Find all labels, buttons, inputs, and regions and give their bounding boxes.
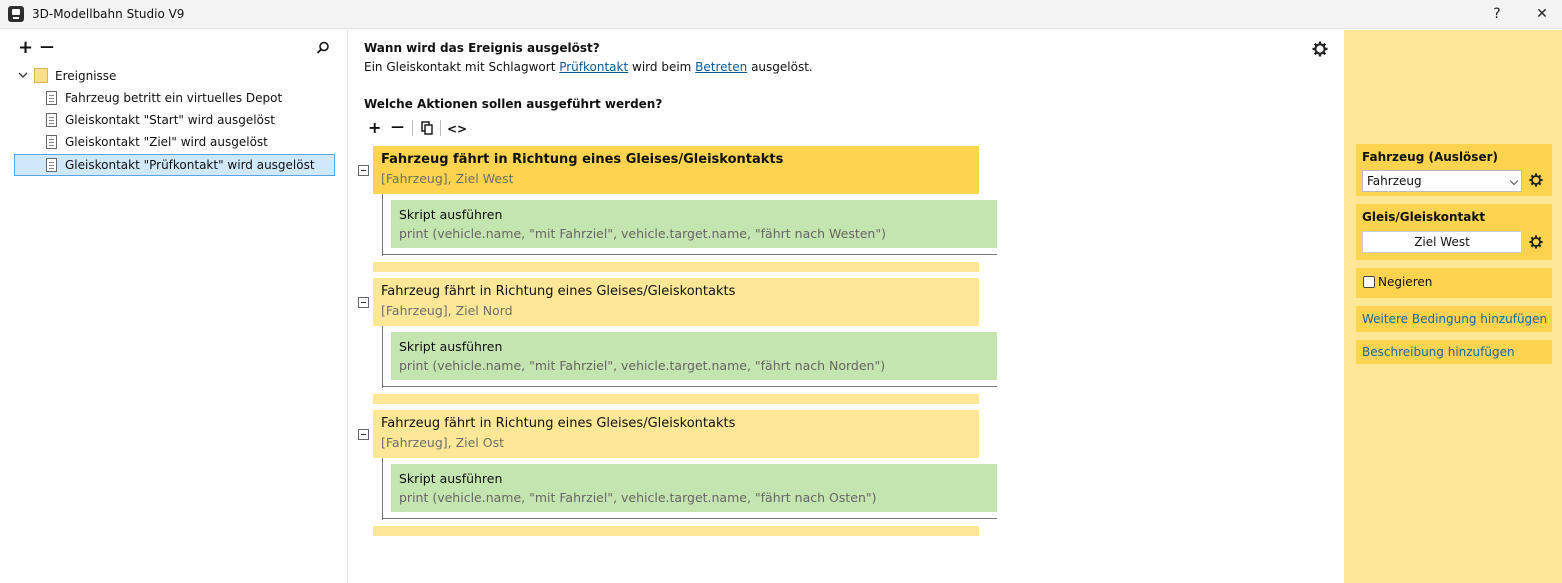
chevron-down-icon <box>1509 176 1519 186</box>
add-description-section: Beschreibung hinzufügen <box>1356 340 1552 364</box>
action-block[interactable]: Skript ausführen print (vehicle.name, "m… <box>391 332 997 380</box>
action-code: print (vehicle.name, "mit Fahrziel", veh… <box>399 226 886 241</box>
action-code: print (vehicle.name, "mit Fahrziel", veh… <box>399 358 886 373</box>
properties-panel: Fahrzeug (Auslöser) Fahrzeug Gleis/Gleis… <box>1344 30 1562 583</box>
gear-icon[interactable] <box>1312 41 1328 57</box>
track-select-button[interactable]: Ziel West <box>1362 231 1522 253</box>
vehicle-label: Fahrzeug (Auslöser) <box>1362 150 1498 164</box>
tree-line <box>382 386 997 387</box>
track-label: Gleis/Gleiskontakt <box>1362 210 1486 224</box>
code-view-button[interactable]: <> <box>447 121 467 137</box>
track-section: Gleis/Gleiskontakt Ziel West <box>1356 204 1552 260</box>
vehicle-select[interactable]: Fahrzeug <box>1362 170 1522 192</box>
title-bar: 3D-Modellbahn Studio V9 ? ✕ <box>0 0 1562 29</box>
tree-line <box>382 194 383 256</box>
action-title: Skript ausführen <box>399 207 503 222</box>
condition-block[interactable]: Fahrzeug fährt in Richtung eines Gleises… <box>373 146 979 194</box>
remove-action-button[interactable]: — <box>391 120 404 136</box>
tree-line <box>382 254 997 255</box>
block-footer <box>373 262 979 272</box>
window-title: 3D-Modellbahn Studio V9 <box>32 7 185 21</box>
condition-block[interactable]: Fahrzeug fährt in Richtung eines Gleises… <box>373 410 979 458</box>
collapse-toggle[interactable] <box>358 429 369 440</box>
collapse-toggle[interactable] <box>358 165 369 176</box>
folder-icon <box>34 68 48 83</box>
tree-item-label: Gleiskontakt "Prüfkontakt" wird ausgelös… <box>65 158 315 172</box>
vehicle-section: Fahrzeug (Auslöser) Fahrzeug <box>1356 144 1552 196</box>
action-block[interactable]: Skript ausführen print (vehicle.name, "m… <box>391 200 997 248</box>
keyword-link[interactable]: Prüfkontakt <box>559 60 628 74</box>
trigger-mode-link[interactable]: Betreten <box>695 60 747 74</box>
tree-item[interactable]: Gleiskontakt "Start" wird ausgelöst <box>46 110 275 130</box>
copy-icon[interactable] <box>421 121 433 135</box>
tree-item-label: Fahrzeug betritt ein virtuelles Depot <box>65 91 283 105</box>
trigger-desc-text: Ein Gleiskontakt mit Schlagwort <box>364 60 560 74</box>
tree-root-ereignisse[interactable]: Ereignisse <box>18 66 116 86</box>
tree-item[interactable]: Fahrzeug betritt ein virtuelles Depot <box>46 88 282 108</box>
block-footer <box>373 526 979 536</box>
event-editor: Wann wird das Ereignis ausgelöst? Ein Gl… <box>349 30 1344 583</box>
trigger-question: Wann wird das Ereignis ausgelöst? <box>364 41 600 55</box>
gear-icon[interactable] <box>1529 173 1543 187</box>
condition-title: Fahrzeug fährt in Richtung eines Gleises… <box>381 284 736 299</box>
tree-root-label: Ereignisse <box>55 69 117 83</box>
document-icon <box>46 112 57 127</box>
condition-subtitle: [Fahrzeug], Ziel Ost <box>381 435 504 450</box>
toolbar-separator <box>412 120 413 136</box>
condition-block[interactable]: Fahrzeug fährt in Richtung eines Gleises… <box>373 278 979 326</box>
block-footer <box>373 394 979 404</box>
action-title: Skript ausführen <box>399 471 503 486</box>
app-icon <box>8 6 24 22</box>
toolbar-separator <box>440 120 441 136</box>
close-button[interactable]: ✕ <box>1531 4 1553 24</box>
tree-line <box>382 458 383 520</box>
help-button[interactable]: ? <box>1486 4 1508 24</box>
negate-section: Negieren <box>1356 268 1552 298</box>
document-icon <box>46 90 57 105</box>
gear-icon[interactable] <box>1529 235 1543 249</box>
add-condition-link[interactable]: Weitere Bedingung hinzufügen <box>1362 312 1547 326</box>
add-event-button[interactable]: + <box>18 39 33 57</box>
add-description-link[interactable]: Beschreibung hinzufügen <box>1362 345 1515 359</box>
add-condition-section: Weitere Bedingung hinzufügen <box>1356 306 1552 332</box>
tree-line <box>382 518 997 519</box>
trigger-description: Ein Gleiskontakt mit Schlagwort Prüfkont… <box>364 60 813 74</box>
tree-item-selected[interactable]: Gleiskontakt "Prüfkontakt" wird ausgelös… <box>14 154 335 176</box>
negate-checkbox[interactable] <box>1363 276 1375 288</box>
condition-title: Fahrzeug fährt in Richtung eines Gleises… <box>381 152 784 167</box>
trigger-desc-text: wird beim <box>628 60 696 74</box>
document-icon <box>46 134 57 149</box>
remove-event-button[interactable]: — <box>40 38 54 56</box>
document-icon <box>46 157 57 172</box>
trigger-desc-text: ausgelöst. <box>747 60 813 74</box>
tree-item-label: Gleiskontakt "Start" wird ausgelöst <box>65 113 275 127</box>
collapse-toggle[interactable] <box>358 297 369 308</box>
tree-item-label: Gleiskontakt "Ziel" wird ausgelöst <box>65 135 268 149</box>
event-tree-panel: + — Ereignisse Fahrzeug betritt ein virt… <box>0 30 348 583</box>
condition-subtitle: [Fahrzeug], Ziel Nord <box>381 303 513 318</box>
add-action-button[interactable]: + <box>368 120 381 136</box>
negate-label: Negieren <box>1378 275 1433 289</box>
tree-line <box>382 326 383 388</box>
search-icon[interactable] <box>316 41 330 55</box>
tree-item[interactable]: Gleiskontakt "Ziel" wird ausgelöst <box>46 132 268 152</box>
action-title: Skript ausführen <box>399 339 503 354</box>
vehicle-select-value: Fahrzeug <box>1367 174 1422 188</box>
condition-title: Fahrzeug fährt in Richtung eines Gleises… <box>381 416 736 431</box>
actions-question: Welche Aktionen sollen ausgeführt werden… <box>364 97 663 111</box>
action-block[interactable]: Skript ausführen print (vehicle.name, "m… <box>391 464 997 512</box>
condition-subtitle: [Fahrzeug], Ziel West <box>381 171 514 186</box>
chevron-down-icon[interactable] <box>18 70 28 80</box>
action-code: print (vehicle.name, "mit Fahrziel", veh… <box>399 490 877 505</box>
